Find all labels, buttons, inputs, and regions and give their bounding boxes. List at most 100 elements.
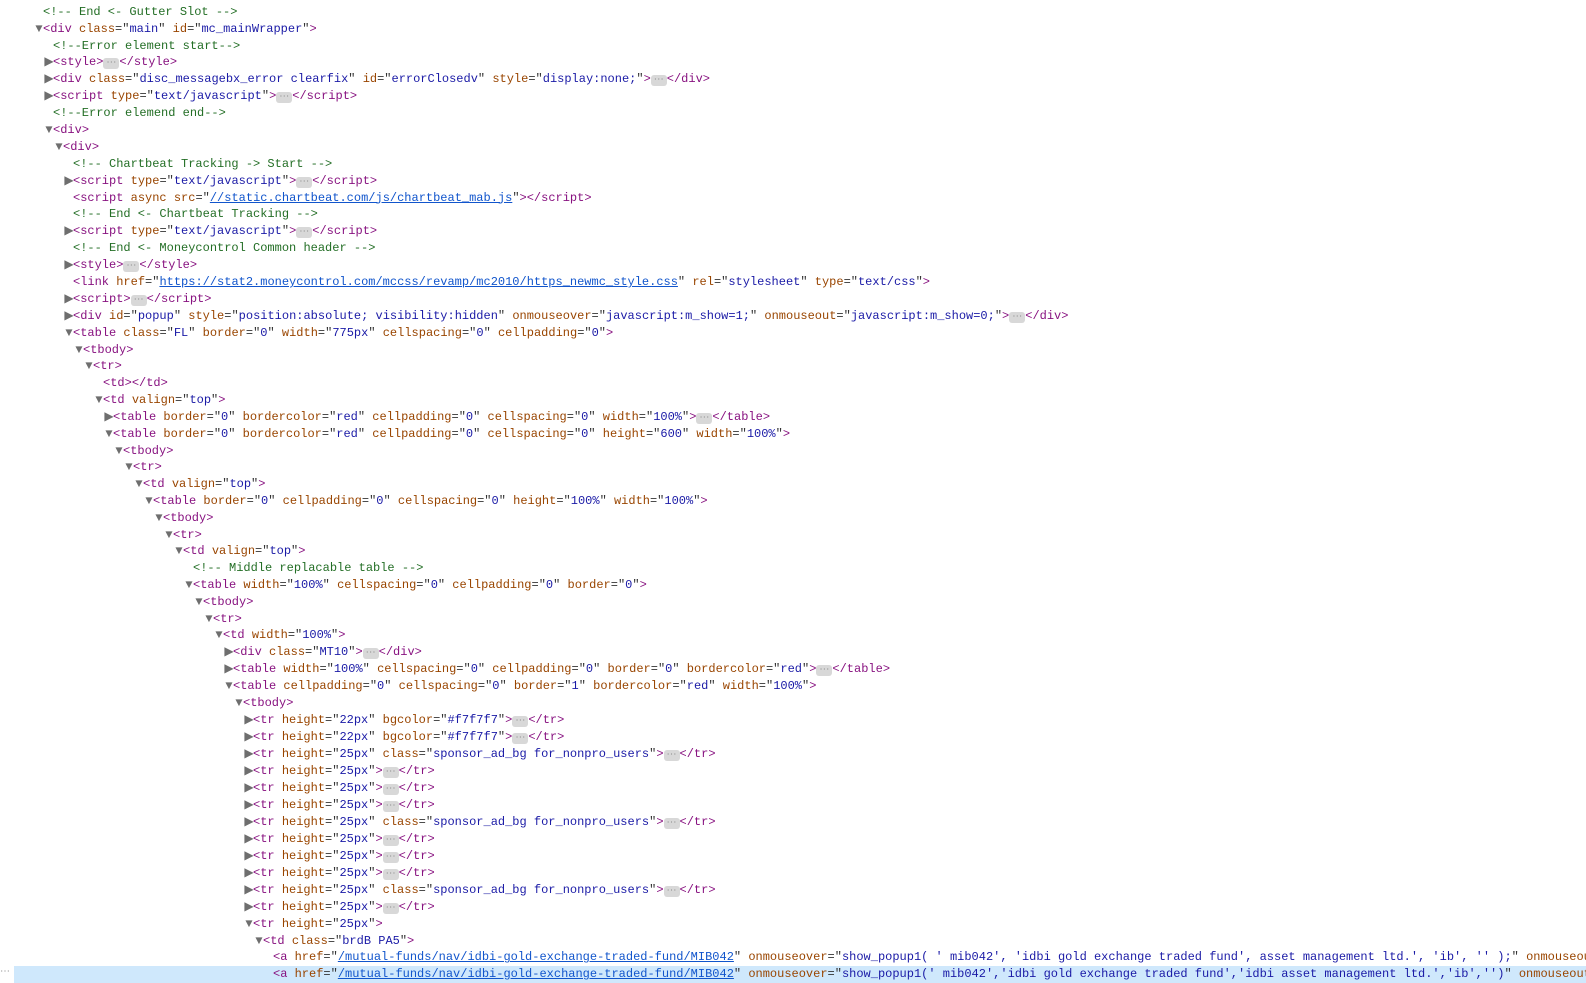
code-content[interactable]: <table border="0" bordercolor="red" cell… [113,427,790,441]
code-content[interactable]: <script>⋯</script> [73,292,211,306]
code-content[interactable]: <!-- End <- Chartbeat Tracking --> [73,207,318,221]
dom-tree-line[interactable]: ▶<tr height="25px" class="sponsor_ad_bg … [14,814,1586,831]
code-content[interactable]: <tr height="25px" class="sponsor_ad_bg f… [253,815,716,829]
code-content[interactable]: <a href="/mutual-funds/nav/idbi-gold-exc… [273,950,1586,964]
dom-tree-line[interactable]: ▼<div> [14,122,1586,139]
dom-tree-line[interactable]: <a href="/mutual-funds/nav/idbi-gold-exc… [14,949,1586,966]
code-content[interactable]: <td valign="top"> [143,477,265,491]
dom-tree-line[interactable]: <!-- End <- Gutter Slot --> [14,4,1586,21]
dom-tree-line[interactable]: ▶<table border="0" bordercolor="red" cel… [14,409,1586,426]
code-content[interactable]: <tr height="25px">⋯</tr> [253,798,435,812]
code-content[interactable]: <td valign="top"> [183,544,305,558]
dom-tree-line[interactable]: ▼<table class="FL" border="0" width="775… [14,325,1586,342]
code-content[interactable]: <tbody> [163,511,213,525]
dom-tree-line[interactable]: ▼<div class="main" id="mc_mainWrapper"> [14,21,1586,38]
dom-tree-line[interactable]: ▶<tr height="25px" class="sponsor_ad_bg … [14,746,1586,763]
dom-tree-line[interactable]: <!-- Chartbeat Tracking -> Start --> [14,156,1586,173]
dom-tree-line[interactable]: ▶<style>⋯</style> [14,257,1586,274]
code-content[interactable]: <script async src="//static.chartbeat.co… [73,191,592,205]
code-content[interactable]: <td></td> [103,376,168,390]
dom-tree-line[interactable]: ▶<tr height="25px" class="sponsor_ad_bg … [14,882,1586,899]
code-content[interactable]: <tr> [213,612,242,626]
code-content[interactable]: <table class="FL" border="0" width="775p… [73,326,613,340]
dom-tree-line[interactable]: ▶<div id="popup" style="position:absolut… [14,308,1586,325]
code-content[interactable]: <td valign="top"> [103,393,225,407]
dom-tree-line[interactable]: ▼<table border="0" cellpadding="0" cells… [14,493,1586,510]
code-content[interactable]: <script type="text/javascript">⋯</script… [73,174,377,188]
dom-tree-line[interactable]: ▼<tr height="25px"> [14,916,1586,933]
dom-tree-line[interactable]: <link href="https://stat2.moneycontrol.c… [14,274,1586,291]
dom-tree-line[interactable]: ▶<div class="MT10">⋯</div> [14,644,1586,661]
dom-tree-line[interactable]: ▼<tr> [14,527,1586,544]
code-content[interactable]: <tr height="25px">⋯</tr> [253,764,435,778]
code-content[interactable]: <tr height="25px"> [253,917,383,931]
code-content[interactable]: <tr height="22px" bgcolor="#f7f7f7">⋯</t… [253,730,564,744]
dom-tree-line[interactable]: ▶<table width="100%" cellspacing="0" cel… [14,661,1586,678]
code-content[interactable]: <!-- Chartbeat Tracking -> Start --> [73,157,332,171]
dom-tree-line[interactable]: ▶<tr height="25px">⋯</tr> [14,831,1586,848]
code-content[interactable]: <table cellpadding="0" cellspacing="0" b… [233,679,816,693]
dom-tree-line[interactable]: ▶<tr height="25px">⋯</tr> [14,780,1586,797]
code-content[interactable]: <tr> [133,460,162,474]
code-content[interactable]: <tr height="25px">⋯</tr> [253,866,435,880]
code-content[interactable]: <div class="disc_messagebx_error clearfi… [53,72,710,86]
dom-tree-line[interactable]: ⋯<a href="/mutual-funds/nav/idbi-gold-ex… [14,966,1586,983]
code-content[interactable]: <tr height="25px">⋯</tr> [253,781,435,795]
dom-tree-line[interactable]: ▼<table width="100%" cellspacing="0" cel… [14,577,1586,594]
code-content[interactable]: <table border="0" bordercolor="red" cell… [113,410,770,424]
dom-tree-line[interactable]: ▶<tr height="25px">⋯</tr> [14,763,1586,780]
dom-tree-line[interactable]: ▼<tr> [14,358,1586,375]
code-content[interactable]: <div id="popup" style="position:absolute… [73,309,1068,323]
code-content[interactable]: <td class="brdB PA5"> [263,934,414,948]
code-content[interactable]: <td width="100%"> [223,628,345,642]
dom-tree-line[interactable]: ▼<tbody> [14,510,1586,527]
code-content[interactable]: <script type="text/javascript">⋯</script… [53,89,357,103]
code-content[interactable]: <tr height="25px">⋯</tr> [253,849,435,863]
code-content[interactable]: <a href="/mutual-funds/nav/idbi-gold-exc… [273,967,1586,981]
dom-tree-line[interactable]: ▶<style>⋯</style> [14,54,1586,71]
dom-tree-line[interactable]: ▼<td width="100%"> [14,627,1586,644]
code-content[interactable]: <div> [53,123,89,137]
code-content[interactable]: <style>⋯</style> [53,55,177,69]
dom-tree-line[interactable]: ▼<div> [14,139,1586,156]
code-content[interactable]: <tr height="25px">⋯</tr> [253,900,435,914]
dom-tree-line[interactable]: ▼<tr> [14,611,1586,628]
code-content[interactable]: <!-- End <- Moneycontrol Common header -… [73,241,375,255]
code-content[interactable]: <tbody> [203,595,253,609]
dom-tree-line[interactable]: <!-- End <- Moneycontrol Common header -… [14,240,1586,257]
dom-tree-line[interactable]: ▶<script type="text/javascript">⋯</scrip… [14,223,1586,240]
code-content[interactable]: <tr height="25px">⋯</tr> [253,832,435,846]
code-content[interactable]: <tbody> [83,343,133,357]
code-content[interactable]: <link href="https://stat2.moneycontrol.c… [73,275,930,289]
dom-tree-line[interactable]: ▼<td valign="top"> [14,392,1586,409]
dom-tree-line[interactable]: <td></td> [14,375,1586,392]
code-content[interactable]: <tr height="22px" bgcolor="#f7f7f7">⋯</t… [253,713,564,727]
code-content[interactable]: <!-- End <- Gutter Slot --> [43,5,237,19]
dom-tree-line[interactable]: ▼<tbody> [14,594,1586,611]
code-content[interactable]: <!--Error elemend end--> [53,106,226,120]
dom-tree-line[interactable]: ▼<tbody> [14,695,1586,712]
dom-tree-line[interactable]: ▶<tr height="25px">⋯</tr> [14,899,1586,916]
code-content[interactable]: <script type="text/javascript">⋯</script… [73,224,377,238]
dom-tree-line[interactable]: ▶<tr height="25px">⋯</tr> [14,865,1586,882]
code-content[interactable]: <table border="0" cellpadding="0" cellsp… [153,494,708,508]
code-content[interactable]: <tr> [93,359,122,373]
code-content[interactable]: <table width="100%" cellspacing="0" cell… [233,662,890,676]
code-content[interactable]: <tr> [173,528,202,542]
dom-tree-line[interactable]: ▼<tr> [14,459,1586,476]
dom-tree-line[interactable]: <!-- End <- Chartbeat Tracking --> [14,206,1586,223]
dom-tree-line[interactable]: ▶<tr height="25px">⋯</tr> [14,797,1586,814]
dom-tree-line[interactable]: ▼<td class="brdB PA5"> [14,933,1586,950]
code-content[interactable]: <style>⋯</style> [73,258,197,272]
dom-tree-line[interactable]: <!--Error elemend end--> [14,105,1586,122]
dom-tree-line[interactable]: ▶<tr height="22px" bgcolor="#f7f7f7">⋯</… [14,729,1586,746]
dom-tree-line[interactable]: ▶<script type="text/javascript">⋯</scrip… [14,173,1586,190]
dom-tree-line[interactable]: ▼<table border="0" bordercolor="red" cel… [14,426,1586,443]
code-content[interactable]: <div class="main" id="mc_mainWrapper"> [43,22,317,36]
code-content[interactable]: <tbody> [123,444,173,458]
dom-tree-line[interactable]: ▼<table cellpadding="0" cellspacing="0" … [14,678,1586,695]
code-content[interactable]: <tr height="25px" class="sponsor_ad_bg f… [253,883,716,897]
dom-tree-line[interactable]: ▼<tbody> [14,342,1586,359]
dom-tree-line[interactable]: ▼<tbody> [14,443,1586,460]
code-content[interactable]: <tbody> [243,696,293,710]
